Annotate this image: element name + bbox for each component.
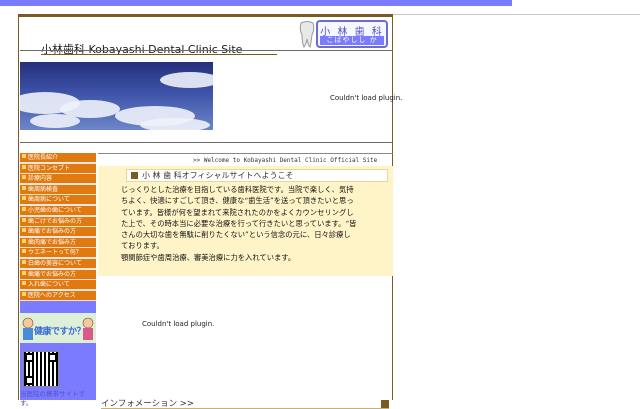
- intro-line: ております。: [121, 241, 164, 251]
- clinic-logo[interactable]: 小 林 歯 科 こばやしし か: [316, 20, 388, 48]
- qr-marker: [48, 353, 57, 362]
- header-top-border: [19, 14, 392, 17]
- nav-item-label: 歯周病について: [28, 196, 70, 204]
- bullet-icon: [22, 175, 26, 180]
- tooth-icon: [299, 21, 315, 48]
- qr-code: [23, 351, 59, 387]
- nav-item-label: 歯痛でお悩みの方: [28, 228, 77, 236]
- frame-divider: [393, 14, 640, 15]
- bullet-icon: [22, 259, 26, 264]
- nav-item-concern-1[interactable]: 歯ごけでお悩みの方: [20, 216, 96, 227]
- nav-item-label: 診療内容: [28, 175, 53, 183]
- nav-item-whitening[interactable]: 白歯の美容について: [20, 258, 96, 269]
- intro-line: た上で、その時本当に必要な治療を行って行きたいと思っています。“皆: [121, 218, 357, 228]
- nav-item-label: 歯肉痛でお悩み方: [28, 238, 77, 246]
- nav-item-label: 歯痛でお悩みの方: [28, 270, 77, 278]
- nav-item-director[interactable]: 医院長紹介: [20, 153, 96, 163]
- intro-heading: 小 林 歯 科オフィシャルサイトへようこそ: [126, 169, 388, 182]
- bullet-icon: [22, 206, 26, 211]
- plugin-error-message: Couldn't load plugin.: [330, 94, 403, 102]
- bullet-icon: [22, 154, 26, 158]
- nav-item-label: 白歯の美容について: [28, 259, 82, 267]
- nav-item-treatments[interactable]: 診療内容: [20, 174, 96, 185]
- left-nav: 医院長紹介 医院コンセプト 診療内容 歯周病検査 歯周病について 小児歯の歯につ…: [20, 153, 96, 302]
- nav-item-label: 歯ごけでお悩みの方: [28, 217, 83, 225]
- intro-section: 小 林 歯 科オフィシャルサイトへようこそ じっくりとした治療を目指している歯科…: [98, 166, 393, 276]
- nav-item-access[interactable]: 医院へのアクセス: [20, 290, 96, 301]
- banner-divider: [20, 142, 393, 143]
- top-color-bar: [0, 0, 512, 6]
- intro-line: さんの大切な歯を無駄に削りたくない”という信念の元に、日々診療し: [121, 230, 351, 240]
- logo-sub-text: こばやしし か: [320, 36, 384, 45]
- bullet-icon: [22, 217, 26, 222]
- nav-item-perio-about[interactable]: 歯周病について: [20, 195, 96, 206]
- health-check-banner[interactable]: 健康ですか？: [20, 313, 96, 343]
- nav-item-veneer[interactable]: ウエネートって何？: [20, 248, 96, 259]
- bullet-icon: [22, 228, 26, 233]
- bullet-icon: [22, 238, 26, 243]
- nav-item-label: 入れ歯について: [28, 281, 70, 289]
- bullet-icon: [22, 281, 26, 286]
- nav-item-dentures[interactable]: 入れ歯について: [20, 280, 96, 291]
- nav-item-children[interactable]: 小児歯の歯について: [20, 205, 96, 216]
- mobile-site-note: 当医院の携帯サイトです。: [20, 390, 85, 407]
- bullet-icon: [22, 270, 26, 275]
- bullet-icon: [22, 291, 26, 296]
- nav-item-label: 医院長紹介: [28, 154, 59, 161]
- cloud-shape: [160, 72, 213, 88]
- nav-item-label: ウエネートって何？: [28, 249, 82, 257]
- information-marker-icon: [381, 400, 389, 408]
- sky-banner-image: [20, 62, 213, 130]
- nav-item-label: 小児歯の歯について: [28, 206, 82, 214]
- nav-item-concept[interactable]: 医院コンセプト: [20, 163, 96, 174]
- qr-marker: [25, 376, 34, 385]
- intro-line: 顎関節症や歯周治療、審美治療に力を入れています。: [121, 252, 296, 262]
- cloud-shape: [140, 118, 210, 130]
- nav-item-label: 歯周病検査: [28, 185, 59, 193]
- nav-item-concern-3[interactable]: 歯肉痛でお悩み方: [20, 237, 96, 248]
- intro-line: ちよく、快適にすごして頂き、健康な“歯生活”を送って頂きたいと思っ: [121, 196, 354, 206]
- intro-line: ています。皆様が何を望まれて来院されたのかをよくカウンセリングし: [121, 207, 354, 217]
- nav-item-concern-2[interactable]: 歯痛でお悩みの方: [20, 227, 96, 238]
- nav-item-label: 医院へのアクセス: [28, 291, 76, 299]
- nav-item-label: 医院コンセプト: [28, 164, 71, 172]
- intro-body: じっくりとした治療を目指している歯科医院です。当院で楽しく、気持 ちよく、快適に…: [121, 184, 391, 263]
- bullet-icon: [22, 185, 26, 190]
- nav-item-concern-4[interactable]: 歯痛でお悩みの方: [20, 269, 96, 280]
- welcome-link: >> Welcome to Kobayashi Dental Clinic Of…: [193, 157, 378, 164]
- health-check-label: 健康ですか？: [34, 327, 86, 337]
- welcome-divider: [98, 153, 393, 154]
- title-underline: [41, 54, 277, 55]
- qr-marker: [25, 353, 34, 362]
- header-divider: [20, 50, 393, 51]
- intro-line: じっくりとした治療を目指している歯科医院です。当院で楽しく、気持: [121, 185, 354, 194]
- bullet-icon: [22, 164, 26, 169]
- cloud-shape: [30, 114, 80, 128]
- plugin-error-message: Couldn't load plugin.: [142, 320, 215, 328]
- bullet-icon: [22, 196, 26, 201]
- bullet-icon: [22, 249, 26, 254]
- page-frame: 小林歯科 Kobayashi Dental Clinic Site 小 林 歯 …: [18, 14, 402, 409]
- heading-marker-icon: [131, 172, 138, 179]
- nav-item-perio-exam[interactable]: 歯周病検査: [20, 184, 96, 195]
- intro-heading-text: 小 林 歯 科オフィシャルサイトへようこそ: [142, 171, 294, 180]
